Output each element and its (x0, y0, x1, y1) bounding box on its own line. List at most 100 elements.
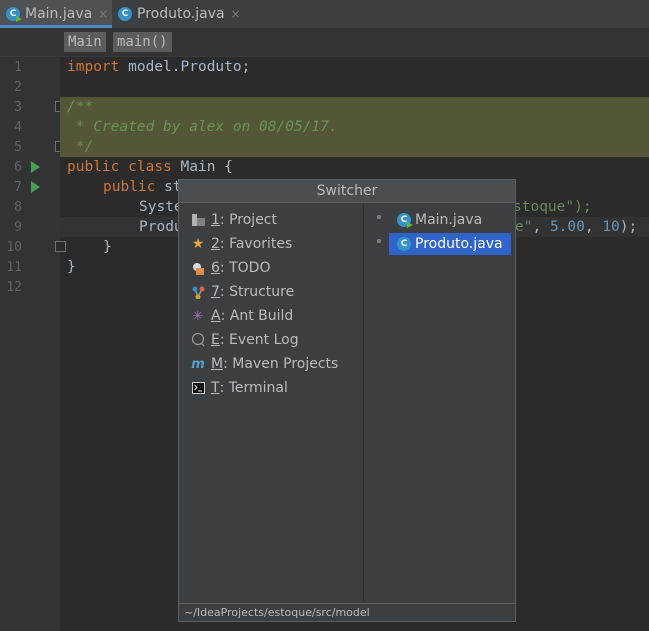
terminal-icon (191, 381, 205, 395)
code-line-9-right: e", 5.00, 10); (515, 217, 637, 237)
code-line-8-left: Syste (139, 199, 183, 215)
code-line-10: } (103, 239, 112, 255)
line-highlight (60, 97, 649, 117)
code-line-6: public class Main { (67, 157, 233, 177)
editor-gutter: 1 2 3 4 5 6 7 8 9 10 11 12 (0, 57, 66, 631)
code-line-3: /** (67, 99, 94, 115)
number-literal: 5.00 (549, 219, 585, 235)
shortcut-key: 7 (211, 284, 220, 300)
line-number: 1 (14, 60, 22, 75)
switcher-item-label: : Terminal (219, 380, 288, 396)
switcher-item-label: : Structure (219, 284, 295, 300)
bullet-icon (377, 239, 381, 243)
switcher-popup: Switcher 1: Project ★ 2: Favorites 6: TO… (178, 179, 516, 622)
code-line-1: import model.Produto; (67, 57, 250, 77)
line-number: 4 (14, 120, 22, 135)
event-log-icon (191, 333, 205, 347)
switcher-item-project[interactable]: 1: Project (191, 209, 277, 231)
switcher-item-structure[interactable]: 7: Structure (191, 281, 294, 303)
tab-label: Produto.java (137, 6, 225, 22)
class-main-icon: C (397, 213, 411, 227)
keyword: public (67, 159, 120, 175)
switcher-item-ant-build[interactable]: ✳ A: Ant Build (191, 305, 294, 327)
code-text: , (532, 219, 550, 235)
class-icon: C (397, 237, 411, 251)
recent-file-main-java[interactable]: C Main.java (389, 209, 490, 231)
code-text: Main { (171, 159, 233, 175)
code-text: model.Produto; (119, 59, 251, 75)
class-icon: C (118, 7, 132, 21)
shortcut-key: 2 (211, 236, 220, 252)
close-icon[interactable]: × (231, 7, 241, 21)
string-literal: e" (515, 219, 533, 235)
tab-produto-java[interactable]: C Produto.java × (118, 0, 248, 28)
breadcrumb-class[interactable]: Main (64, 32, 106, 52)
shortcut-key: 1 (211, 212, 220, 228)
keyword: public (103, 179, 156, 195)
star-icon: ★ (191, 236, 205, 252)
code-line-4: * Created by alex on 08/05/17. (67, 119, 338, 135)
line-highlight (60, 137, 649, 157)
file-label: Produto.java (415, 236, 503, 252)
maven-icon: m (191, 356, 205, 372)
switcher-item-label: : Maven Projects (223, 356, 339, 372)
code-line-9-left: Produ (139, 219, 183, 235)
code-text: , (584, 219, 603, 235)
keyword: class (128, 159, 172, 175)
switcher-item-label: : Favorites (219, 236, 293, 252)
line-number: 9 (14, 220, 22, 235)
shortcut-key: E (211, 332, 220, 348)
todo-icon (191, 261, 205, 275)
tab-main-java[interactable]: C Main.java × (0, 0, 112, 28)
keyword: import (67, 59, 120, 75)
switcher-item-label: : TODO (219, 260, 271, 276)
class-main-icon: C (6, 7, 20, 21)
line-number: 2 (14, 80, 22, 95)
switcher-item-todo[interactable]: 6: TODO (191, 257, 270, 279)
switcher-item-event-log[interactable]: E: Event Log (191, 329, 299, 351)
breadcrumb: Main main() (0, 29, 649, 57)
switcher-item-label: : Event Log (219, 332, 299, 348)
file-label: Main.java (415, 212, 483, 228)
line-number: 8 (14, 200, 22, 215)
code-text: ); (619, 219, 638, 235)
switcher-item-favorites[interactable]: ★ 2: Favorites (191, 233, 293, 255)
editor-tab-bar: C Main.java × C Produto.java × (0, 0, 649, 29)
recent-files-list: C Main.java C Produto.java (364, 203, 515, 602)
line-number: 3 (14, 100, 22, 115)
shortcut-key: T (211, 380, 220, 396)
string-literal: stoque (513, 199, 566, 215)
switcher-item-maven[interactable]: m M: Maven Projects (191, 353, 338, 375)
line-number: 6 (14, 160, 22, 175)
line-number: 11 (6, 260, 22, 275)
switcher-item-label: : Project (219, 212, 277, 228)
switcher-item-terminal[interactable]: T: Terminal (191, 377, 288, 399)
line-number: 10 (6, 240, 22, 255)
switcher-path: ~/IdeaProjects/estoque/src/model (179, 603, 515, 621)
line-number: 5 (14, 140, 22, 155)
tab-label: Main.java (25, 6, 93, 22)
run-icon[interactable] (31, 181, 40, 193)
string-literal: "); (565, 199, 592, 215)
code-line-7: public st (103, 177, 182, 197)
code-line-8-right: stoque"); (513, 197, 592, 217)
run-icon[interactable] (31, 161, 40, 173)
shortcut-key: A (211, 308, 221, 324)
breadcrumb-method[interactable]: main() (113, 32, 172, 52)
line-number: 12 (6, 280, 22, 295)
close-icon[interactable]: × (98, 7, 108, 21)
bullet-icon (377, 215, 381, 219)
shortcut-key: 6 (211, 260, 220, 276)
code-line-5: */ (67, 139, 94, 155)
tool-windows-list: 1: Project ★ 2: Favorites 6: TODO 7: Str… (179, 203, 364, 602)
switcher-item-label: : Ant Build (220, 308, 294, 324)
number-literal: 10 (602, 219, 620, 235)
ant-icon: ✳ (192, 308, 204, 324)
recent-file-produto-java[interactable]: C Produto.java (389, 233, 511, 255)
project-icon (191, 213, 205, 227)
structure-icon (191, 285, 205, 299)
line-number: 7 (14, 180, 22, 195)
code-line-11: } (67, 259, 76, 275)
switcher-title: Switcher (179, 180, 515, 203)
shortcut-key: M (211, 356, 224, 372)
